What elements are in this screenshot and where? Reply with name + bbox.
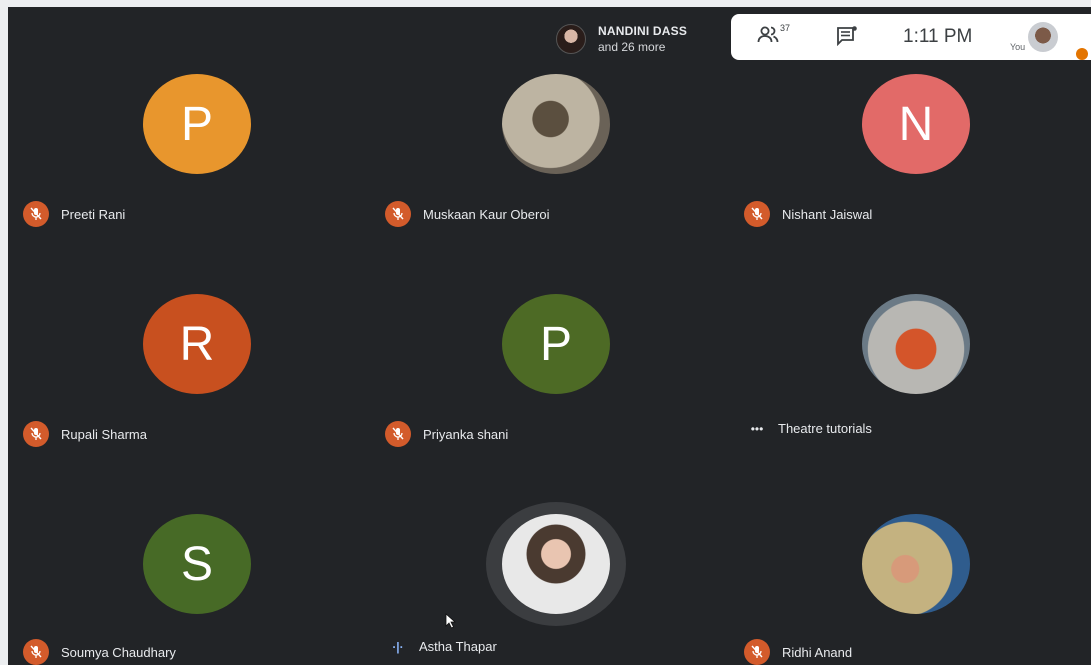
participant-name: Muskaan Kaur Oberoi [423, 206, 550, 222]
participant-count: 37 [780, 23, 791, 33]
participant-name-row: Soumya Chaudhary [23, 639, 176, 665]
participant-name-row: ••• Theatre tutorials [744, 421, 872, 436]
audio-level-icon: ·|· [392, 639, 404, 654]
participant-name: Preeti Rani [61, 206, 126, 222]
participant-name: Priyanka shani [423, 426, 509, 442]
participant-photo [502, 514, 610, 614]
participant-name-row: Nishant Jaiswal [744, 201, 872, 227]
self-avatar[interactable] [1028, 22, 1058, 52]
you-label: You [1010, 42, 1026, 52]
mouse-cursor-icon [445, 613, 457, 629]
participant-name-row: ·|· Astha Thapar [385, 639, 497, 654]
participant-name: Ridhi Anand [782, 644, 853, 660]
participant-name-row: Priyanka shani [385, 421, 508, 447]
presenter-subtitle: and 26 more [598, 40, 666, 54]
participant-name: Rupali Sharma [61, 426, 147, 442]
participants-button[interactable]: 37 [757, 23, 791, 45]
participant-avatar: P [143, 74, 251, 174]
meeting-stage: NANDINI DASS and 26 more 37 1:11 PM You [8, 7, 1091, 665]
mic-off-icon [23, 201, 49, 227]
participant-name: Nishant Jaiswal [782, 206, 873, 222]
participant-name: Theatre tutorials [778, 421, 872, 436]
participant-name-row: Muskaan Kaur Oberoi [385, 201, 549, 227]
participant-avatar: S [143, 514, 251, 614]
mic-off-icon [385, 421, 411, 447]
mic-off-icon [385, 201, 411, 227]
participant-avatar: R [143, 294, 251, 394]
chat-button[interactable] [836, 26, 858, 51]
participant-avatar: P [502, 294, 610, 394]
presenter-avatar [556, 24, 586, 54]
clock: 1:11 PM [903, 26, 973, 47]
presenter-chip[interactable]: NANDINI DASS and 26 more [556, 16, 731, 62]
participant-name-row: Rupali Sharma [23, 421, 147, 447]
self-mic-off-badge [1076, 48, 1088, 60]
mic-off-icon [23, 421, 49, 447]
more-options-icon[interactable]: ••• [744, 422, 770, 436]
chat-icon [837, 26, 857, 47]
participant-photo [862, 514, 970, 614]
meeting-info-bar: 37 1:11 PM You [731, 14, 1091, 60]
participant-name: Astha Thapar [419, 639, 497, 654]
mic-off-icon [744, 639, 770, 665]
presenter-name: NANDINI DASS [598, 24, 688, 38]
mic-off-icon [23, 639, 49, 665]
mic-off-icon [744, 201, 770, 227]
participant-name-row: Ridhi Anand [744, 639, 852, 665]
participant-name: Soumya Chaudhary [61, 644, 176, 660]
presenter-text: NANDINI DASS and 26 more [598, 23, 687, 55]
participant-photo [502, 74, 610, 174]
people-icon [757, 26, 779, 43]
participant-name-row: Preeti Rani [23, 201, 125, 227]
participant-photo [862, 294, 970, 394]
participant-avatar: N [862, 74, 970, 174]
